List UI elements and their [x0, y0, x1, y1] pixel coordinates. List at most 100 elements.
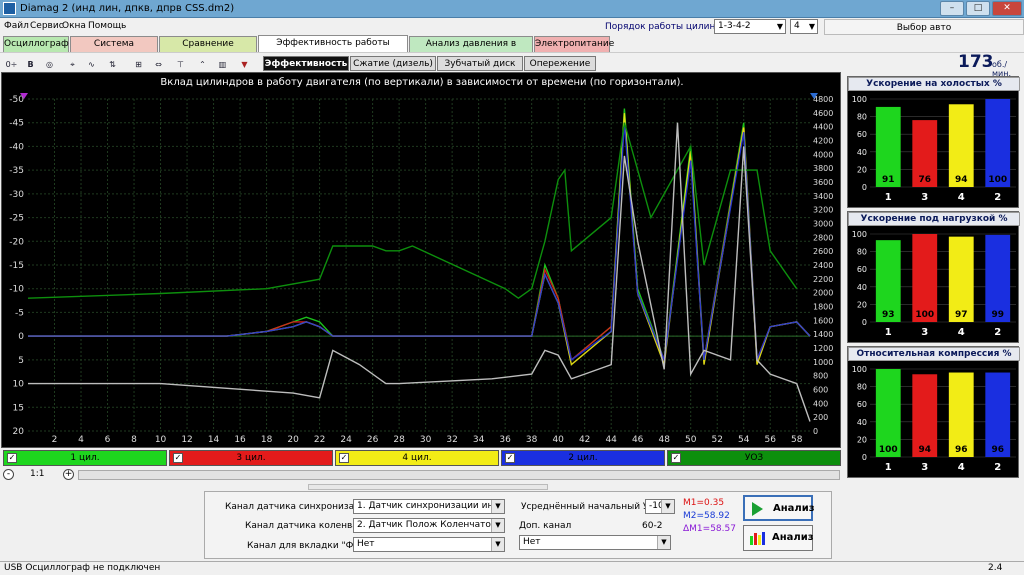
subtab-compression[interactable]: Сжатие (дизель): [350, 56, 436, 71]
series-line: [28, 117, 811, 363]
scale-icon[interactable]: ⇔: [150, 56, 167, 73]
y-right-tick-label: 800: [813, 372, 828, 381]
category-label: 2: [994, 327, 1001, 338]
filter-icon[interactable]: ▼: [236, 56, 253, 73]
chevron-down-icon: ▼: [776, 22, 783, 31]
peak-icon[interactable]: ⌃: [194, 56, 211, 73]
avg-uoz-select[interactable]: -10 ▼: [645, 499, 675, 514]
y-right-tick-label: 4000: [813, 150, 833, 159]
horizontal-scrollbar[interactable]: [78, 470, 840, 480]
sync-channel-label: Канал датчика синхронизации: [225, 502, 372, 512]
bar: [985, 234, 1011, 322]
panel-title: Ускорение на холостых %: [848, 77, 1020, 91]
menu-file[interactable]: Файл: [4, 21, 29, 31]
analyze-button[interactable]: Анализ: [743, 495, 815, 521]
chart-icon[interactable]: ▥: [214, 56, 231, 73]
y-tick-label: -30: [9, 190, 24, 200]
avg-uoz-label: Усреднённый начальный УОЗ: [521, 502, 662, 512]
relative-compression-chart: 0 20 40 60 80 100 100 1 94 3 96 4 96 2: [852, 365, 1016, 473]
tab-ignition[interactable]: Система зажигания: [70, 36, 158, 63]
menu-help[interactable]: Помощь: [88, 21, 126, 31]
oscilloscope-chart[interactable]: Вклад цилиндров в работу двигателя (по в…: [1, 72, 841, 448]
x-tick-label: 34: [473, 435, 485, 445]
disc-type-label: 60-2: [642, 521, 663, 531]
tab-cylinder-compare[interactable]: Сравнение цилиндров: [159, 36, 257, 63]
idle-acceleration-chart: 0 20 40 60 80 100 91 1 76 3 94 4 100 2: [852, 95, 1016, 203]
select-car-button[interactable]: Выбор авто: [824, 19, 1024, 35]
y-tick-label: -5: [15, 308, 24, 318]
chevron-down-icon: ▼: [661, 500, 674, 513]
zoom-cursor-icon[interactable]: ⌖: [64, 56, 81, 73]
y-tick-label: 100: [852, 365, 867, 374]
tab-oscilloscope[interactable]: Осциллограф: [3, 36, 69, 52]
y-right-tick-label: 1000: [813, 358, 833, 367]
analyze-label: Анализ: [773, 503, 815, 514]
panel-splitter[interactable]: [308, 484, 548, 490]
menu-windows[interactable]: Окна: [62, 21, 86, 31]
panel-title: Относительная компрессия %: [848, 347, 1020, 361]
y-tick-label: 40: [857, 283, 867, 292]
rpm-icon[interactable]: ◎: [41, 56, 58, 73]
cylinder-2-toggle[interactable]: ✓ 2 цил.: [501, 450, 665, 466]
cylinder-1-toggle[interactable]: ✓ 1 цил.: [3, 450, 167, 466]
x-tick-label: 24: [340, 435, 352, 445]
x-tick-label: 4: [78, 435, 84, 445]
checkbox-icon[interactable]: ✓: [671, 453, 681, 463]
y-tick-label: 10: [13, 380, 25, 390]
bar-value-label: 99: [991, 310, 1004, 320]
uoz-label: УОЗ: [744, 453, 764, 463]
x-tick-label: 56: [765, 435, 777, 445]
grid-icon[interactable]: ⊞: [130, 56, 147, 73]
panel-title: Ускорение под нагрузкой %: [848, 212, 1020, 226]
subtab-gear-disc[interactable]: Зубчатый диск: [437, 56, 523, 71]
crank-channel-label: Канал датчика коленвала: [245, 521, 370, 531]
y-right-tick-label: 200: [813, 413, 828, 422]
checkbox-icon[interactable]: ✓: [505, 453, 515, 463]
category-label: 2: [994, 192, 1001, 203]
settings-icon[interactable]: 0÷: [3, 56, 20, 73]
checkbox-icon[interactable]: ✓: [339, 453, 349, 463]
subtab-advance[interactable]: Опережение: [524, 56, 596, 71]
y-right-tick-label: 3800: [813, 164, 833, 173]
menu-service[interactable]: Сервис: [30, 21, 64, 31]
sync-channel-select[interactable]: 1. Датчик синхронизации инд. лин▼: [353, 499, 505, 514]
bar: [985, 99, 1011, 187]
curve-icon[interactable]: ∿: [83, 56, 100, 73]
crank-channel-select[interactable]: 2. Датчик Полож Коленчатого Вал ▼: [353, 518, 505, 533]
y-tick-label: 0: [862, 318, 867, 327]
x-tick-label: 18: [261, 435, 273, 445]
extra-channel-label: Доп. канал: [519, 521, 572, 531]
tab-cylinder-efficiency[interactable]: Эффективность работы цилиндров: [258, 35, 408, 62]
checkbox-icon[interactable]: ✓: [7, 453, 17, 463]
zoom-out-button[interactable]: -: [3, 469, 14, 480]
extra-channel-select[interactable]: Нет ▼: [519, 535, 671, 550]
tab-pressure-analysis[interactable]: Анализ давления в цилиндре: [409, 36, 533, 63]
y-tick-label: 100: [852, 230, 867, 239]
idle-acceleration-panel: Ускорение на холостых % 0 20 40 60 80 100 91 1 7…: [847, 76, 1020, 208]
cylinder-count-select[interactable]: 4 ▼: [790, 19, 818, 34]
analyze-multi-button[interactable]: Анализ: [743, 525, 814, 551]
phase-channel-select[interactable]: Нет ▼: [353, 537, 505, 552]
marker-icon[interactable]: ⊤: [172, 56, 189, 73]
minimize-button[interactable]: –: [940, 1, 964, 16]
uoz-toggle[interactable]: ✓ УОЗ: [667, 450, 841, 466]
load-acceleration-panel: Ускорение под нагрузкой % 0 20 40 60 80 100 93…: [847, 211, 1020, 343]
cylinder-order-select[interactable]: 1-3-4-2 ▼: [714, 19, 786, 34]
close-button[interactable]: ✕: [992, 1, 1022, 16]
chart-canvas: 2 4 6 8 10 12 14 16 18 20 22 24 26 28 30 32 34 36 38 40 42 44…: [9, 93, 833, 445]
tab-power-supply[interactable]: Электропитание: [534, 36, 614, 52]
zoom-in-button[interactable]: +: [63, 469, 74, 480]
y-right-tick-label: 2000: [813, 289, 833, 298]
y-right-tick-label: 4400: [813, 123, 833, 132]
x-tick-label: 54: [738, 435, 750, 445]
bold-b-icon[interactable]: B: [22, 56, 39, 73]
cylinder-4-toggle[interactable]: ✓ 4 цил.: [335, 450, 499, 466]
cylinder-3-toggle[interactable]: ✓ 3 цил.: [169, 450, 333, 466]
load-acceleration-chart: 0 20 40 60 80 100 93 1 100 3 97 4 99 2: [852, 230, 1016, 338]
extra-channel-value: Нет: [523, 537, 541, 547]
sort-icon[interactable]: ⇅: [104, 56, 121, 73]
checkbox-icon[interactable]: ✓: [173, 453, 183, 463]
subtab-efficiency[interactable]: Эффективность: [263, 56, 349, 71]
y-right-tick-label: 2800: [813, 233, 833, 242]
maximize-button[interactable]: □: [966, 1, 990, 16]
